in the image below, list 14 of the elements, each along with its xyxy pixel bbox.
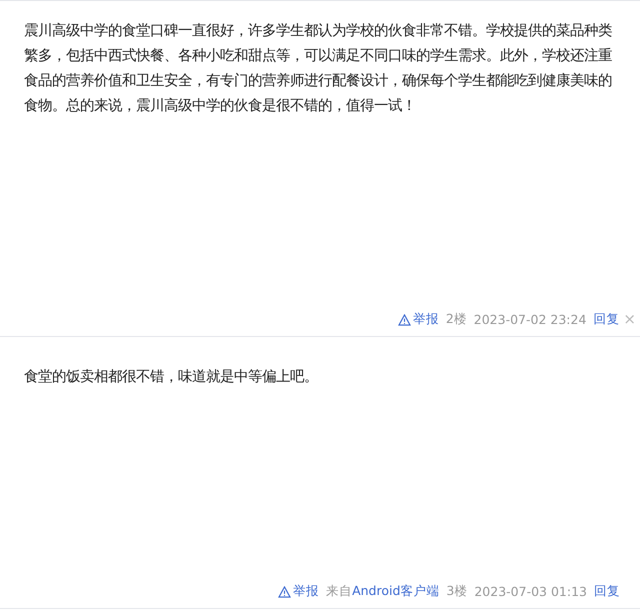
report-link[interactable]: 举报 bbox=[398, 311, 439, 328]
reply-link[interactable]: 回复 bbox=[594, 583, 620, 600]
post-time: 2023-07-02 23:24 bbox=[474, 312, 586, 327]
client-link[interactable]: Android客户端 bbox=[352, 583, 440, 600]
reply-link[interactable]: 回复 bbox=[593, 311, 620, 328]
floor-number: 3楼 bbox=[446, 583, 468, 600]
floor-number: 2楼 bbox=[446, 311, 467, 328]
post-text: 震川高级中学的食堂口碑一直很好，许多学生都认为学校的伙食非常不错。学校提供的菜品种类繁多，包括中西式快餐、各种小吃和甜点等，可以满足不同口味的学生需求。此外，学校还注重食品的营养价值和卫生安全，有专门的营养师进行配餐设计，确保每个学生都能吃到健康美味的食物。总的来说，震川高级中学的伙食是很不错的，值得一试！ bbox=[24, 22, 613, 116]
post-text: 食堂的饭卖相都很不错，味道就是中等偏上吧。 bbox=[24, 368, 319, 387]
warning-icon bbox=[278, 586, 292, 598]
report-link[interactable]: 举报 bbox=[278, 583, 320, 600]
post-time: 2023-07-03 01:13 bbox=[474, 584, 587, 599]
source-label: 来自 bbox=[326, 583, 352, 600]
warning-icon bbox=[398, 314, 411, 326]
